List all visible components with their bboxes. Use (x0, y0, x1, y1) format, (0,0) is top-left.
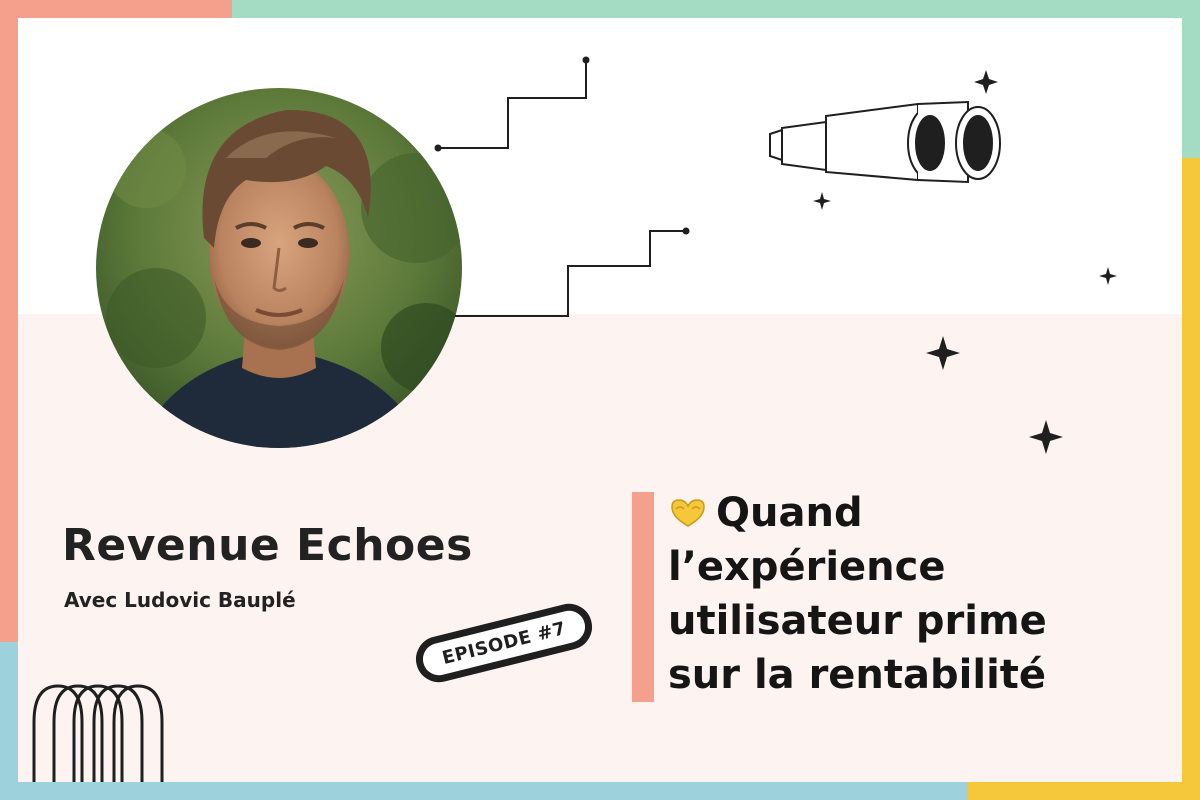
headline-line-3: utilisateur prime (668, 598, 1047, 644)
arches-icon (32, 684, 164, 782)
headline-line-2: l’expérience (668, 544, 946, 590)
staircase-line-icon (438, 60, 686, 317)
show-subtitle: Avec Ludovic Bauplé (64, 588, 296, 612)
staircase-dots-icon (434, 56, 690, 235)
episode-headline: Quand l’expérience utilisateur prime sur… (668, 486, 1168, 702)
headline-line-4: sur la rentabilité (668, 652, 1047, 698)
headline-line-1: Quand (668, 486, 1168, 540)
show-title: Revenue Echoes (62, 520, 473, 571)
binoculars-icon (769, 100, 1001, 184)
headline-accent-bar (632, 492, 654, 702)
heart-hands-icon (671, 499, 705, 527)
